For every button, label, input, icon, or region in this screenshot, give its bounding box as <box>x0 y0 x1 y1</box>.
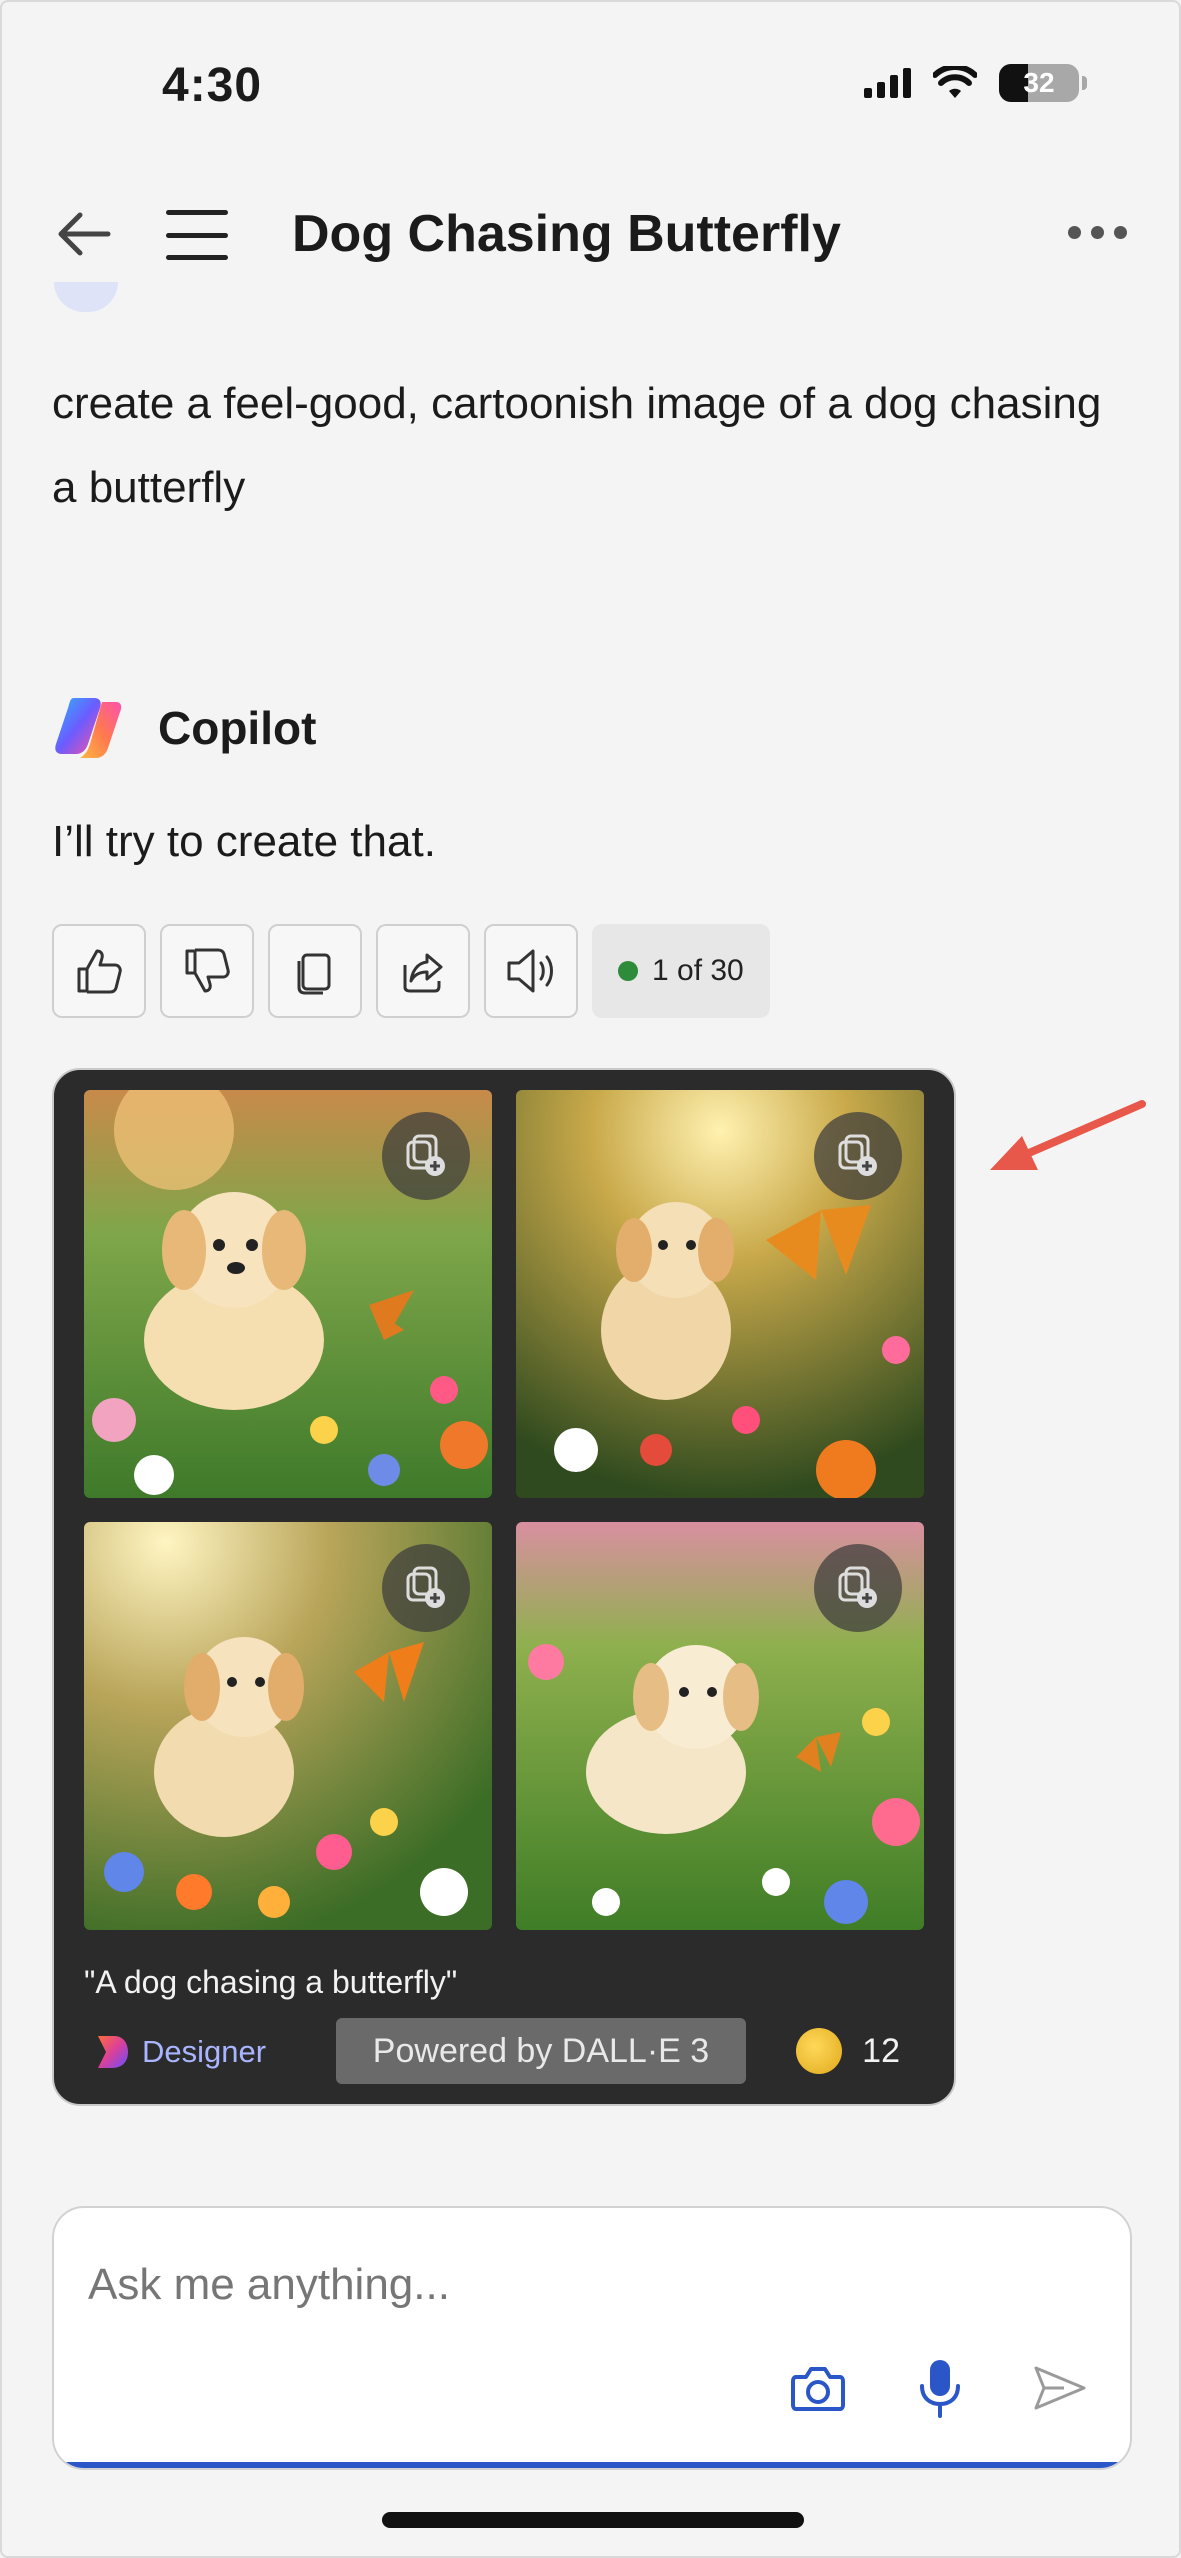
assistant-reply: I’ll try to create that. <box>52 817 436 866</box>
share-button[interactable] <box>376 924 470 1018</box>
generated-image-3[interactable] <box>84 1522 492 1930</box>
image-card-footer: Designer Powered by DALL·E 3 12 <box>84 2018 924 2084</box>
more-options-icon[interactable] <box>1068 226 1127 239</box>
boost-counter: 12 <box>796 2028 900 2074</box>
image-caption: "A dog chasing a butterfly" <box>84 1964 458 2000</box>
add-to-collection-icon <box>406 1566 445 1608</box>
camera-icon <box>791 2367 845 2411</box>
add-to-collection-button[interactable] <box>382 1112 470 1200</box>
generated-image-2[interactable] <box>516 1090 924 1498</box>
annotation-arrow-icon <box>990 1100 1146 1170</box>
add-to-collection-button[interactable] <box>814 1544 902 1632</box>
chat-composer[interactable]: Ask me anything... <box>52 2206 1132 2470</box>
camera-button[interactable] <box>788 2358 848 2418</box>
thumbs-up-icon <box>77 949 122 994</box>
boost-count: 12 <box>862 2031 900 2070</box>
thumbs-down-button[interactable] <box>160 924 254 1018</box>
message-actions: 1 of 30 <box>52 924 770 1018</box>
send-button[interactable] <box>1030 2358 1090 2418</box>
composer-focus-line <box>54 2462 1130 2468</box>
designer-label: Designer <box>142 2034 267 2069</box>
page-title: Dog Chasing Butterfly <box>292 205 841 263</box>
battery-level: 32 <box>1023 67 1055 98</box>
status-time: 4:30 <box>162 59 263 112</box>
status-icons: 32 <box>864 64 1087 102</box>
send-icon <box>1034 2366 1086 2410</box>
thumbs-up-button[interactable] <box>52 924 146 1018</box>
designer-link[interactable]: Designer <box>92 2032 266 2072</box>
copy-icon <box>297 953 331 995</box>
microphone-icon <box>920 2360 960 2418</box>
add-to-collection-button[interactable] <box>814 1112 902 1200</box>
cellular-signal-icon <box>864 68 911 98</box>
status-dot-icon <box>618 961 638 981</box>
add-to-collection-icon <box>838 1134 877 1176</box>
designer-logo-icon <box>98 2036 128 2068</box>
add-to-collection-button[interactable] <box>382 1544 470 1632</box>
screen: 4:30 32 Dog Chasing Butterfly create a f… <box>0 0 1181 2558</box>
user-avatar <box>54 282 118 312</box>
share-icon <box>403 953 443 993</box>
battery-icon: 32 <box>999 64 1087 102</box>
generated-image-1[interactable] <box>84 1090 492 1498</box>
response-counter-label: 1 of 30 <box>652 954 744 987</box>
assistant-header: Copilot <box>52 692 316 764</box>
user-message: create a feel-good, cartoonish image of … <box>52 379 1102 512</box>
copilot-logo-icon <box>55 698 122 758</box>
assistant-name: Copilot <box>158 702 317 754</box>
generated-image-4[interactable] <box>516 1522 924 1930</box>
add-to-collection-icon <box>838 1566 877 1608</box>
microphone-button[interactable] <box>910 2358 970 2418</box>
back-arrow-icon[interactable] <box>54 204 114 264</box>
response-counter: 1 of 30 <box>592 924 770 1018</box>
image-grid <box>84 1090 924 1930</box>
hamburger-menu-icon[interactable] <box>166 210 228 260</box>
powered-by-badge: Powered by DALL·E 3 <box>336 2018 746 2084</box>
copy-button[interactable] <box>268 924 362 1018</box>
composer-input[interactable]: Ask me anything... <box>88 2260 450 2310</box>
generated-images-card: "A dog chasing a butterfly" Designer Pow… <box>52 1068 956 2106</box>
home-indicator <box>382 2512 804 2528</box>
speaker-icon <box>507 949 553 993</box>
wifi-icon <box>933 66 977 98</box>
read-aloud-button[interactable] <box>484 924 578 1018</box>
boost-coin-icon <box>796 2028 843 2074</box>
header: Dog Chasing Butterfly <box>2 182 1179 282</box>
thumbs-down-icon <box>185 948 230 993</box>
add-to-collection-icon <box>406 1134 445 1176</box>
